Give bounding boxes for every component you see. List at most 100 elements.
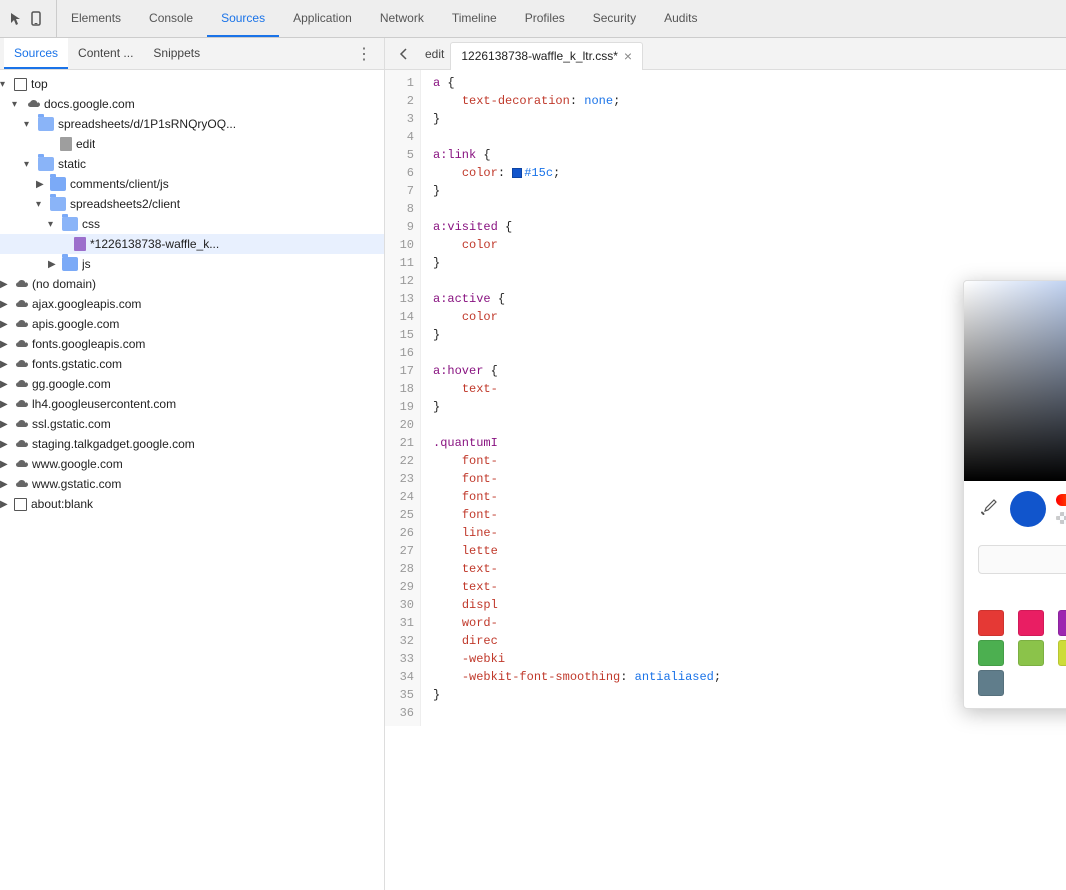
folder-icon-spreadsheets [38,117,54,131]
tree-item-about[interactable]: ▶ about:blank [0,494,384,514]
color-picker: HEX ▲ ▼ ▲ ▼ [963,280,1066,709]
line-numbers: 1 2 3 4 5 6 7 8 9 10 11 12 13 14 15 16 1 [385,70,421,726]
tree-label-waffle: *1226138738-waffle_k... [90,237,219,251]
tree-label-ajax: ajax.googleapis.com [32,297,141,311]
color-swatch-item[interactable] [1058,640,1066,666]
line-num-29: 29 [385,578,420,596]
tree-item-static[interactable]: ▾ static [0,154,384,174]
tab-sources[interactable]: Sources [207,0,279,37]
line-num-4: 4 [385,128,420,146]
cloud-icon-fonts2 [14,359,28,369]
folder-icon-spreadsheets2 [50,197,66,211]
line-num-17: 17 [385,362,420,380]
tree-item-gg[interactable]: ▶ gg.google.com [0,374,384,394]
tab-network[interactable]: Network [366,0,438,37]
tree-item-ssl[interactable]: ▶ ssl.gstatic.com [0,414,384,434]
color-swatch-item[interactable] [978,610,1004,636]
tree-label-top: top [31,77,48,91]
hue-slider[interactable] [1056,494,1066,506]
line-num-24: 24 [385,488,420,506]
line-num-27: 27 [385,542,420,560]
tab-security[interactable]: Security [579,0,650,37]
tree-label-apis: apis.google.com [32,317,119,331]
tree-item-www-google[interactable]: ▶ www.google.com [0,454,384,474]
tree-item-www-gstatic[interactable]: ▶ www.gstatic.com [0,474,384,494]
line-num-8: 8 [385,200,420,218]
color-spectrum[interactable] [964,281,1066,481]
picker-controls: HEX ▲ ▼ [964,481,1066,604]
sidebar-tab-sources[interactable]: Sources [4,38,68,69]
color-swatch-item[interactable] [978,670,1004,696]
close-tab-button[interactable]: × [624,48,632,64]
tree-item-css[interactable]: ▾ css [0,214,384,234]
tab-application[interactable]: Application [279,0,366,37]
sidebar-tab-content[interactable]: Content ... [68,38,143,69]
line-num-9: 9 [385,218,420,236]
tree-item-docs[interactable]: ▾ docs.google.com [0,94,384,114]
tab-icon-group [0,0,57,37]
cloud-icon-www-gstatic [14,479,28,489]
hex-input[interactable] [978,545,1066,574]
tree-label-staging: staging.talkgadget.google.com [32,437,195,451]
tree-item-comments[interactable]: ▶ comments/client/js [0,174,384,194]
tab-console[interactable]: Console [135,0,207,37]
line-num-2: 2 [385,92,420,110]
editor-area: edit 1226138738-waffle_k_ltr.css* × 1 2 … [385,38,1066,890]
tree-item-lh4[interactable]: ▶ lh4.googleusercontent.com [0,394,384,414]
line-num-31: 31 [385,614,420,632]
color-swatch[interactable] [512,168,522,178]
tree-arrow-about: ▶ [0,499,14,510]
color-swatch-item[interactable] [1018,640,1044,666]
tab-profiles[interactable]: Profiles [511,0,579,37]
tree-item-fonts2[interactable]: ▶ fonts.gstatic.com [0,354,384,374]
color-swatch-item[interactable] [1058,610,1066,636]
square-icon-about [14,498,27,511]
tree-item-top[interactable]: ▾ top [0,74,384,94]
tree-item-ajax[interactable]: ▶ ajax.googleapis.com [0,294,384,314]
tab-timeline[interactable]: Timeline [438,0,511,37]
tree-item-spreadsheets2[interactable]: ▾ spreadsheets2/client [0,194,384,214]
sidebar-tab-snippets[interactable]: Snippets [143,38,210,69]
tree-label-js: js [82,257,91,271]
cloud-icon-ajax [14,299,28,309]
cloud-icon-gg [14,379,28,389]
tree-arrow-css: ▾ [48,219,62,230]
mobile-icon [28,11,44,27]
line-num-18: 18 [385,380,420,398]
line-num-11: 11 [385,254,420,272]
tree-arrow-spreadsheets2: ▾ [36,199,50,210]
tree-label-fonts2: fonts.gstatic.com [32,357,122,371]
hex-label: HEX [978,582,1066,594]
cloud-icon-apis [14,319,28,329]
line-num-23: 23 [385,470,420,488]
tree-item-edit[interactable]: edit [0,134,384,154]
line-num-16: 16 [385,344,420,362]
tree-item-apis[interactable]: ▶ apis.google.com [0,314,384,334]
tree-label-ssl: ssl.gstatic.com [32,417,111,431]
sidebar-more-button[interactable]: ⋮ [348,38,380,69]
line-num-13: 13 [385,290,420,308]
alpha-slider[interactable] [1056,512,1066,524]
line-num-15: 15 [385,326,420,344]
back-button[interactable] [389,38,419,69]
color-swatch-item[interactable] [1018,610,1044,636]
editor-file-tab[interactable]: 1226138738-waffle_k_ltr.css* × [450,42,643,70]
eyedropper-button[interactable] [978,496,1000,523]
tree-item-spreadsheets[interactable]: ▾ spreadsheets/d/1P1sRNQryOQ... [0,114,384,134]
code-line-8 [433,200,1066,218]
tree-item-fonts1[interactable]: ▶ fonts.googleapis.com [0,334,384,354]
color-swatch-item[interactable] [978,640,1004,666]
line-num-32: 32 [385,632,420,650]
tree-item-waffle[interactable]: *1226138738-waffle_k... [0,234,384,254]
tree-arrow-gg: ▶ [0,379,14,390]
line-num-10: 10 [385,236,420,254]
tab-elements[interactable]: Elements [57,0,135,37]
tree-item-staging[interactable]: ▶ staging.talkgadget.google.com [0,434,384,454]
devtools-tab-bar: Elements Console Sources Application Net… [0,0,1066,38]
tree-item-js[interactable]: ▶ js [0,254,384,274]
tree-label-www-gstatic: www.gstatic.com [32,477,121,491]
tree-item-nodomain[interactable]: ▶ (no domain) [0,274,384,294]
line-num-30: 30 [385,596,420,614]
code-line-3: } [433,110,1066,128]
tab-audits[interactable]: Audits [650,0,711,37]
